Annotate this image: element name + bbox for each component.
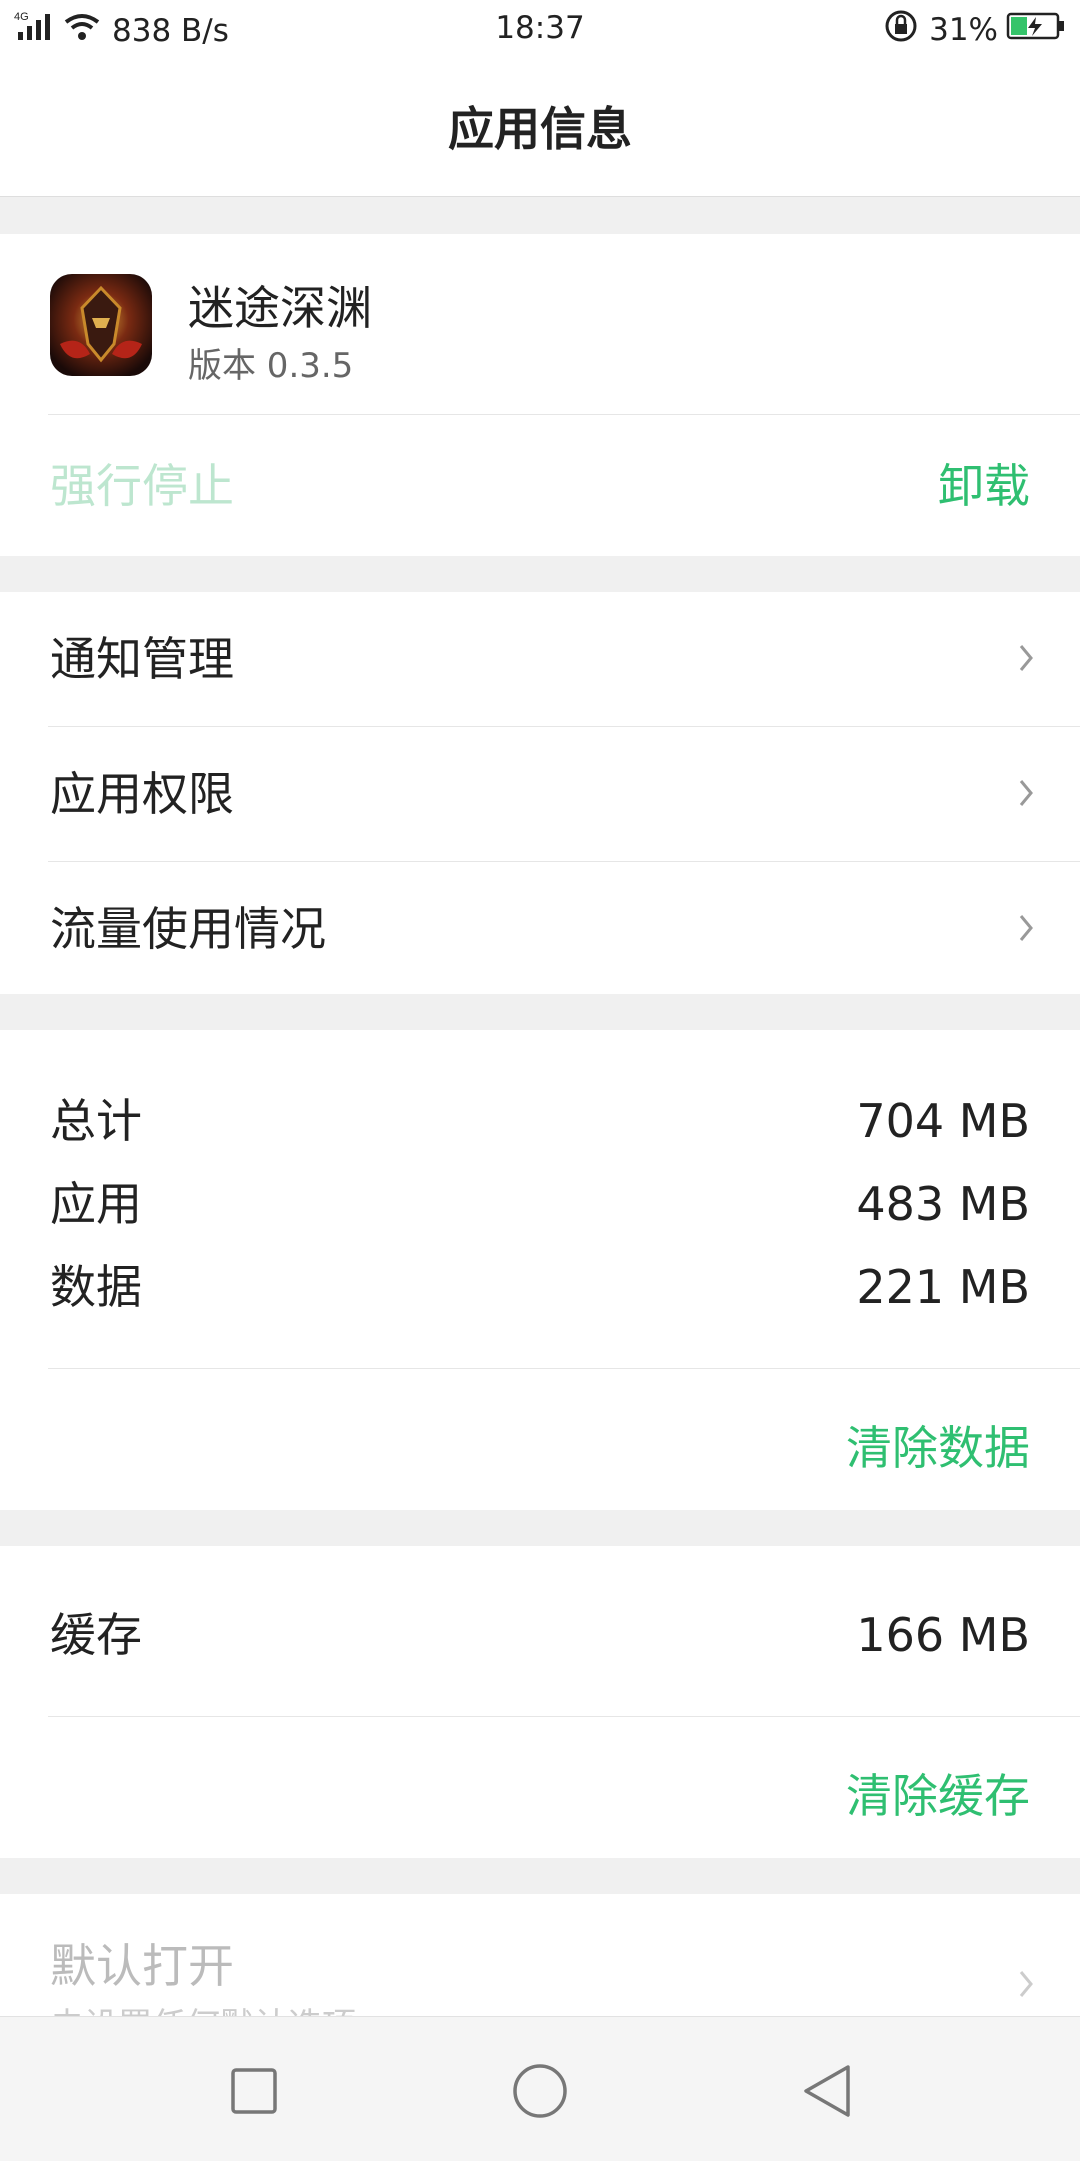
app-name: 迷途深渊 (188, 281, 372, 335)
storage-label: 数据 (50, 1260, 142, 1314)
chevron-right-icon (1019, 1971, 1033, 1997)
status-bar: 4G 838 B/s 18:37 31% (0, 0, 1080, 56)
rotation-lock-icon (883, 8, 919, 52)
battery-icon (1006, 11, 1066, 49)
divider (48, 1716, 1080, 1717)
title-bar: 应用信息 (0, 56, 1080, 197)
cache-value: 166 MB (856, 1608, 1030, 1662)
storage-card: 总计 704 MB 应用 483 MB 数据 221 MB 清除数据 (0, 1030, 1080, 1510)
force-stop-button[interactable]: 强行停止 (50, 416, 234, 556)
app-actions: 强行停止 卸载 (0, 416, 1080, 556)
chevron-right-icon (1019, 915, 1033, 941)
menu-item-label: 应用权限 (50, 767, 234, 821)
cache-row: 缓存 166 MB (0, 1594, 1080, 1676)
back-icon[interactable] (798, 2061, 858, 2121)
menu-item-notification-management[interactable]: 通知管理 (0, 592, 1080, 726)
storage-label: 应用 (50, 1177, 142, 1231)
storage-value: 704 MB (856, 1094, 1030, 1148)
cache-label: 缓存 (50, 1608, 142, 1662)
app-version: 版本 0.3.5 (188, 346, 354, 386)
cache-card: 缓存 166 MB 清除缓存 (0, 1546, 1080, 1858)
home-icon[interactable] (510, 2061, 570, 2121)
page-title: 应用信息 (448, 102, 632, 156)
uninstall-button[interactable]: 卸载 (938, 416, 1030, 556)
app-icon (50, 274, 152, 376)
app-card: 迷途深渊 版本 0.3.5 强行停止 卸载 (0, 234, 1080, 556)
clear-data-button[interactable]: 清除数据 (846, 1412, 1030, 1478)
menu-item-app-permissions[interactable]: 应用权限 (0, 727, 1080, 861)
recent-apps-icon[interactable] (224, 2061, 284, 2121)
menu-item-label: 流量使用情况 (50, 902, 326, 956)
menu-item-data-usage[interactable]: 流量使用情况 (0, 862, 1080, 996)
storage-value: 221 MB (856, 1260, 1030, 1314)
storage-row-app: 应用 483 MB (0, 1163, 1080, 1245)
storage-row-data: 数据 221 MB (0, 1246, 1080, 1328)
menu-card: 通知管理 应用权限 流量使用情况 (0, 592, 1080, 994)
storage-value: 483 MB (856, 1177, 1030, 1231)
battery-percent: 31% (929, 12, 998, 48)
menu-item-label: 通知管理 (50, 632, 234, 686)
divider (48, 1368, 1080, 1369)
divider (48, 414, 1080, 415)
default-open-card[interactable]: 默认打开 未设置任何默认选项 (0, 1894, 1080, 2016)
status-right: 31% (883, 8, 1066, 52)
default-open-subtitle: 未设置任何默认选项 (50, 1998, 356, 2016)
chevron-right-icon (1019, 645, 1033, 671)
default-open-title: 默认打开 (50, 1939, 234, 1993)
clear-cache-button[interactable]: 清除缓存 (846, 1760, 1030, 1826)
navigation-bar (0, 2016, 1080, 2161)
storage-label: 总计 (50, 1094, 142, 1148)
chevron-right-icon (1019, 780, 1033, 806)
storage-row-total: 总计 704 MB (0, 1080, 1080, 1162)
